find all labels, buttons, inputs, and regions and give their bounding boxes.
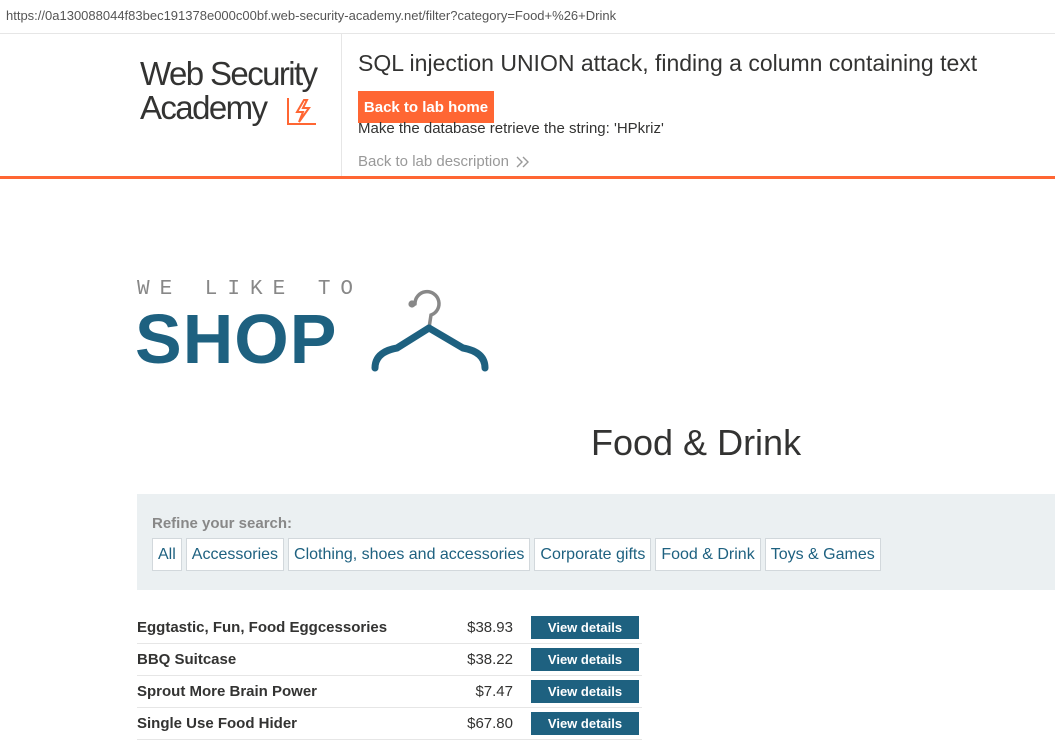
product-price: $38.22 xyxy=(467,651,513,668)
product-price: $38.93 xyxy=(467,619,513,636)
url-text[interactable]: https://0a130088044f83bec191378e000c00bf… xyxy=(6,8,616,23)
filter-link-all[interactable]: All xyxy=(152,538,182,571)
logo-line1: Web Security xyxy=(140,55,318,92)
shop-word: SHOP xyxy=(135,300,338,378)
lab-title: SQL injection UNION attack, finding a co… xyxy=(358,50,978,76)
table-row: Sprout More Brain Power $7.47 View detai… xyxy=(137,676,642,708)
header-divider xyxy=(341,34,342,176)
hanger-icon xyxy=(371,289,489,372)
product-name: Eggtastic, Fun, Food Eggcessories xyxy=(137,619,388,636)
filter-panel: Refine your search: All Accessories Clot… xyxy=(137,494,1055,590)
product-name: Single Use Food Hider xyxy=(137,715,298,732)
lightning-bolt-icon xyxy=(287,98,316,125)
view-details-button[interactable]: View details xyxy=(531,616,639,639)
view-details-button[interactable]: View details xyxy=(531,680,639,703)
filter-link-clothing[interactable]: Clothing, shoes and accessories xyxy=(288,538,531,571)
filter-link-corporate-gifts[interactable]: Corporate gifts xyxy=(534,538,652,571)
product-name: Sprout More Brain Power xyxy=(137,683,318,700)
double-chevron-right-icon xyxy=(516,156,529,167)
logo-line2: Academy xyxy=(140,89,268,126)
back-to-lab-description-link[interactable]: Back to lab description xyxy=(358,153,531,170)
product-name: BBQ Suitcase xyxy=(137,651,237,668)
shop-tagline: WE LIKE TO xyxy=(137,278,364,301)
back-to-lab-description-label: Back to lab description xyxy=(358,153,509,170)
filter-label: Refine your search: xyxy=(152,515,293,532)
product-price: $67.80 xyxy=(467,715,513,732)
lab-goal-text: Make the database retrieve the string: '… xyxy=(358,120,664,137)
filter-link-food-drink[interactable]: Food & Drink xyxy=(655,538,761,571)
filter-link-accessories[interactable]: Accessories xyxy=(185,538,285,571)
table-row: BBQ Suitcase $38.22 View details xyxy=(137,644,642,676)
back-to-lab-home-button[interactable]: Back to lab home xyxy=(358,91,494,123)
product-price: $7.47 xyxy=(475,683,513,700)
shop-logo[interactable]: WE LIKE TO SHOP xyxy=(135,278,497,378)
table-row: Eggtastic, Fun, Food Eggcessories $38.93… xyxy=(137,612,642,644)
table-row: Single Use Food Hider $67.80 View detail… xyxy=(137,708,642,740)
view-details-button[interactable]: View details xyxy=(531,648,639,671)
lab-header: Web Security Academy SQL injection UNION… xyxy=(0,34,1055,179)
category-title: Food & Drink xyxy=(591,422,802,463)
view-details-button[interactable]: View details xyxy=(531,712,639,735)
address-bar[interactable]: https://0a130088044f83bec191378e000c00bf… xyxy=(0,0,1055,34)
product-table: Eggtastic, Fun, Food Eggcessories $38.93… xyxy=(137,612,642,740)
filter-links: All Accessories Clothing, shoes and acce… xyxy=(152,538,881,571)
web-security-academy-logo[interactable]: Web Security Academy xyxy=(138,54,338,134)
filter-link-toys-games[interactable]: Toys & Games xyxy=(764,538,881,571)
